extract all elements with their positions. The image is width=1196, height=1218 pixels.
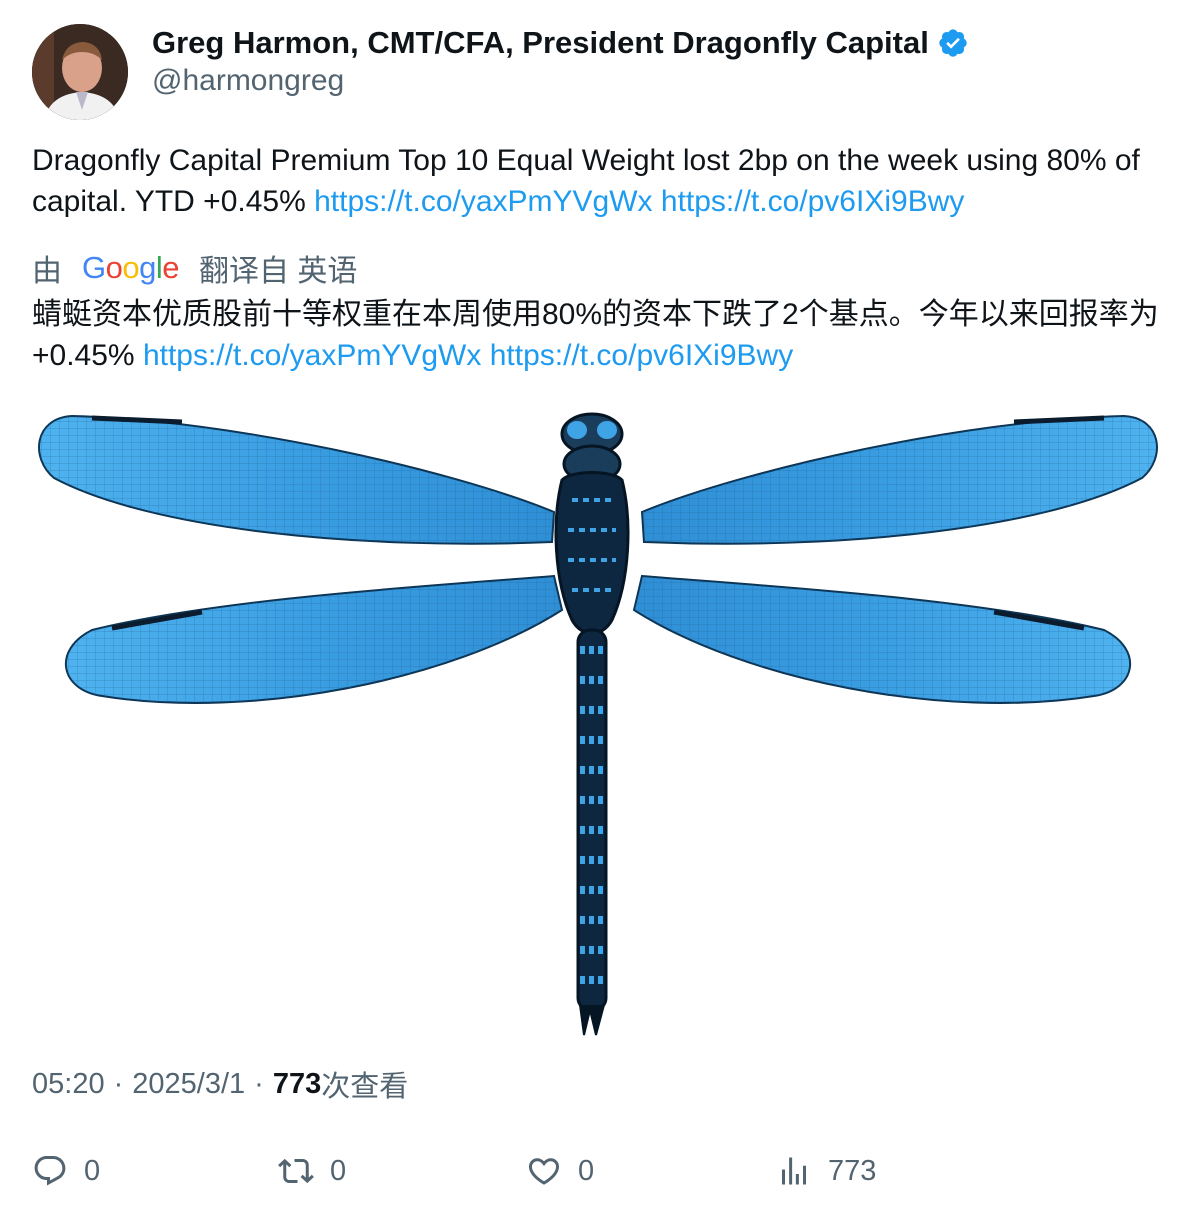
reply-icon	[34, 1156, 66, 1186]
retweet-button[interactable]: 0	[278, 1146, 346, 1196]
retweet-count: 0	[330, 1154, 347, 1187]
view-count-label: 次查看	[321, 1071, 409, 1103]
dragonfly-right-forewing	[640, 414, 1158, 545]
tweet-date[interactable]: 2025/3/1	[132, 1068, 245, 1101]
retweet-icon	[278, 1158, 314, 1184]
avatar[interactable]	[32, 24, 128, 120]
meta-separator: ·	[113, 1067, 124, 1100]
views-button[interactable]: 773	[776, 1146, 876, 1196]
action-bar: 0 0 0 773	[32, 1146, 1164, 1196]
tweet-time[interactable]: 05:20	[32, 1068, 105, 1101]
author-handle[interactable]: @harmongreg	[152, 64, 344, 98]
analytics-icon	[782, 1157, 806, 1185]
dragonfly-body	[554, 412, 630, 1036]
reply-button[interactable]: 0	[32, 1146, 100, 1196]
dragonfly-left-forewing	[38, 414, 556, 545]
author-name-row: Greg Harmon, CMT/CFA, President Dragonfl…	[152, 24, 969, 62]
translated-link-2[interactable]: https://t.co/pv6IXi9Bwy	[490, 339, 793, 372]
google-logo: Google	[82, 250, 180, 285]
translation-prefix: 由	[32, 255, 62, 288]
meta-separator: ·	[254, 1067, 264, 1100]
like-count: 0	[578, 1154, 595, 1187]
translation-suffix: 翻译自 英语	[199, 255, 358, 288]
tweet-link-2[interactable]: https://t.co/pv6IXi9Bwy	[661, 185, 964, 218]
tweet-text: Dragonfly Capital Premium Top 10 Equal W…	[32, 140, 1172, 222]
translation-attribution: 由 Google 翻译自 英语	[32, 246, 357, 290]
heart-icon	[528, 1158, 560, 1185]
views-count: 773	[828, 1154, 877, 1187]
tweet-meta: 05:20 · 2025/3/1 · 773 次查看	[32, 1064, 408, 1104]
verified-badge-icon	[937, 27, 969, 59]
tweet-link-1[interactable]: https://t.co/yaxPmYVgWx	[314, 185, 652, 218]
reply-count: 0	[84, 1154, 101, 1187]
tweet-card: Greg Harmon, CMT/CFA, President Dragonfl…	[0, 0, 1196, 1218]
tweet-media-image[interactable]	[32, 400, 1164, 1040]
dragonfly-left-hindwing	[64, 574, 564, 704]
view-count: 773	[272, 1067, 322, 1100]
like-button[interactable]: 0	[526, 1146, 594, 1196]
author-display-name[interactable]: Greg Harmon, CMT/CFA, President Dragonfl…	[152, 25, 929, 61]
translated-link-1[interactable]: https://t.co/yaxPmYVgWx	[143, 339, 481, 372]
translated-text: 蜻蜓资本优质股前十等权重在本周使用80%的资本下跌了2个基点。今年以来回报率为+…	[32, 294, 1172, 376]
dragonfly-right-hindwing	[632, 574, 1132, 704]
